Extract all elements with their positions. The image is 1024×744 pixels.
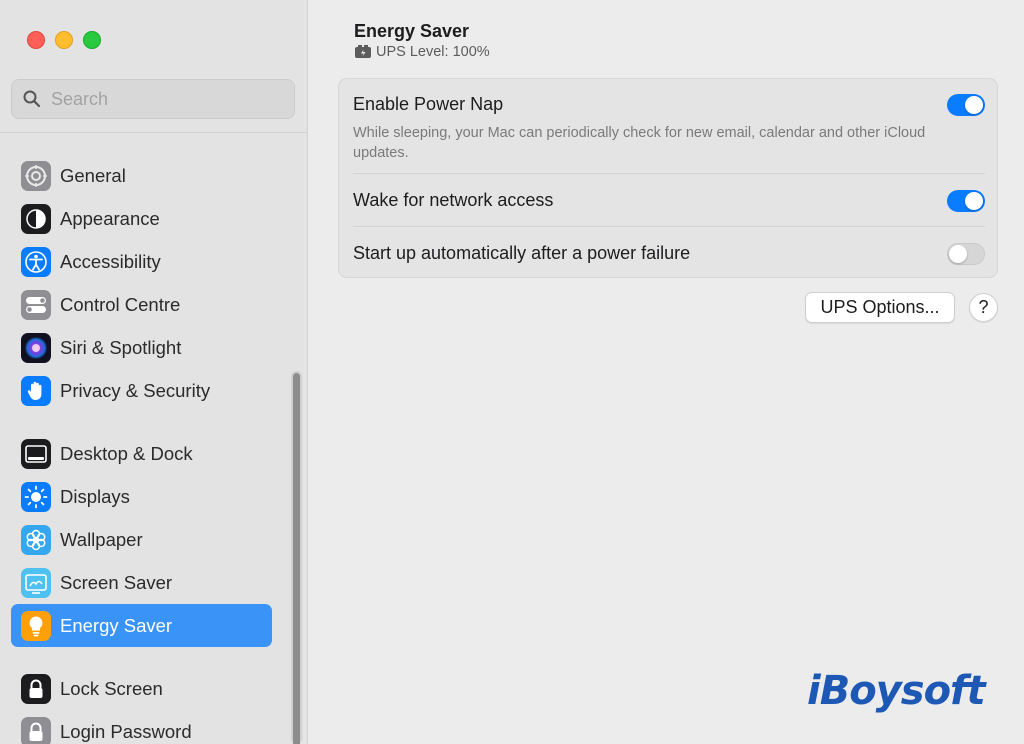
flower-icon [21,524,51,555]
battery-icon [355,45,371,58]
sidebar-item-appearance[interactable]: Appearance [11,197,272,240]
setting-row-power-nap: Enable Power Nap While sleeping, your Ma… [353,94,985,163]
sidebar-item-label: Lock Screen [60,677,163,699]
sidebar-item-label: Energy Saver [60,614,173,636]
screen-saver-icon [21,567,51,598]
minimize-window-button[interactable] [55,31,73,49]
sidebar-divider [0,132,308,133]
setting-row-auto-startup: Start up automatically after a power fai… [353,243,985,265]
search-input[interactable] [51,88,271,110]
page-title: Energy Saver [354,21,470,41]
dock-icon [21,438,51,469]
sidebar-scrollbar[interactable] [291,371,302,744]
sidebar-group-display: Desktop & Dock Displays Wallpaper Screen… [11,432,272,647]
toggle-knob [965,96,983,114]
row-divider [353,226,985,227]
setting-description: While sleeping, your Mac can periodicall… [353,125,926,161]
sidebar-item-siri-spotlight[interactable]: Siri & Spotlight [11,326,272,369]
sidebar-item-login-password[interactable]: Login Password [11,710,272,744]
siri-icon [21,332,51,363]
search-icon [23,90,41,108]
sidebar-item-privacy-security[interactable]: Privacy & Security [11,369,272,412]
scrollbar-thumb[interactable] [293,373,300,744]
accessibility-icon [21,246,51,277]
sidebar-group-system: General Appearance Accessibility Control… [11,154,272,412]
hand-icon [21,375,51,406]
setting-title: Enable Power Nap [353,94,504,114]
setting-row-wake-network: Wake for network access [353,190,985,212]
sidebar-item-label: Desktop & Dock [60,442,193,464]
power-nap-toggle[interactable] [947,94,985,116]
help-button[interactable]: ? [969,293,998,322]
settings-card: Enable Power Nap While sleeping, your Ma… [338,78,998,278]
maximize-window-button[interactable] [83,31,101,49]
sidebar-item-general[interactable]: General [11,154,272,197]
sidebar-item-label: Appearance [60,207,160,229]
search-field[interactable] [11,79,295,119]
sidebar-item-control-centre[interactable]: Control Centre [11,283,272,326]
watermark-logo: iBoysoft [807,668,986,714]
sidebar-item-label: Login Password [60,720,192,742]
sidebar-item-energy-saver[interactable]: Energy Saver [11,604,272,647]
appearance-icon [21,203,51,234]
sidebar-item-label: Control Centre [60,293,181,315]
sidebar-item-screen-saver[interactable]: Screen Saver [11,561,272,604]
ups-level-status: UPS Level: 100% [354,44,490,60]
window-controls [27,31,101,49]
close-window-button[interactable] [27,31,45,49]
sidebar-item-displays[interactable]: Displays [11,475,272,518]
sidebar-group-security: Lock Screen Login Password [11,667,272,744]
sidebar-item-label: General [60,164,126,186]
sidebar-item-lock-screen[interactable]: Lock Screen [11,667,272,710]
sidebar-item-label: Wallpaper [60,528,143,550]
gear-icon [21,160,51,191]
row-divider [353,173,985,174]
toggle-knob [965,192,983,210]
sidebar: General Appearance Accessibility Control… [0,0,308,744]
sidebar-item-label: Privacy & Security [60,379,211,401]
sidebar-item-label: Screen Saver [60,571,173,593]
lock-icon [21,673,51,704]
lightbulb-icon [21,610,51,641]
toggle-knob [949,245,967,263]
sidebar-item-label: Displays [60,485,130,507]
sidebar-item-accessibility[interactable]: Accessibility [11,240,272,283]
auto-startup-toggle[interactable] [947,243,985,265]
setting-title: Start up automatically after a power fai… [353,243,691,263]
sidebar-item-label: Siri & Spotlight [60,336,182,358]
sidebar-item-label: Accessibility [60,250,161,272]
sidebar-item-wallpaper[interactable]: Wallpaper [11,518,272,561]
setting-title: Wake for network access [353,190,554,210]
ups-options-button[interactable]: UPS Options... [805,292,955,323]
main-pane: Energy Saver UPS Level: 100% Enable Powe… [309,0,1024,744]
ups-level-text: UPS Level: 100% [376,44,490,60]
control-centre-icon [21,289,51,320]
lock-icon [21,716,51,744]
sun-icon [21,481,51,512]
system-settings-window: General Appearance Accessibility Control… [0,0,1024,744]
wake-network-toggle[interactable] [947,190,985,212]
sidebar-item-desktop-dock[interactable]: Desktop & Dock [11,432,272,475]
